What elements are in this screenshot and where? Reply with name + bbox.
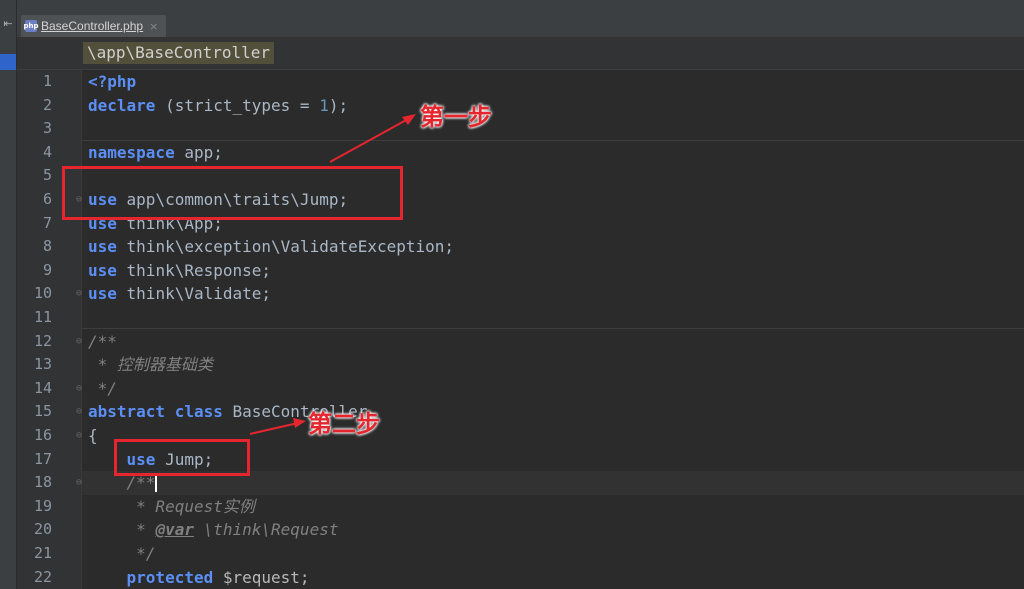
arrow-step1 — [329, 118, 409, 163]
arrow-head-step2 — [293, 418, 306, 428]
arrow-head-step1 — [402, 114, 416, 125]
annotation-step1: 第一步 — [420, 103, 492, 131]
annotation-arrows — [249, 114, 416, 435]
annotation-step2: 第二步 — [308, 410, 380, 438]
arrow-step2 — [249, 422, 299, 435]
